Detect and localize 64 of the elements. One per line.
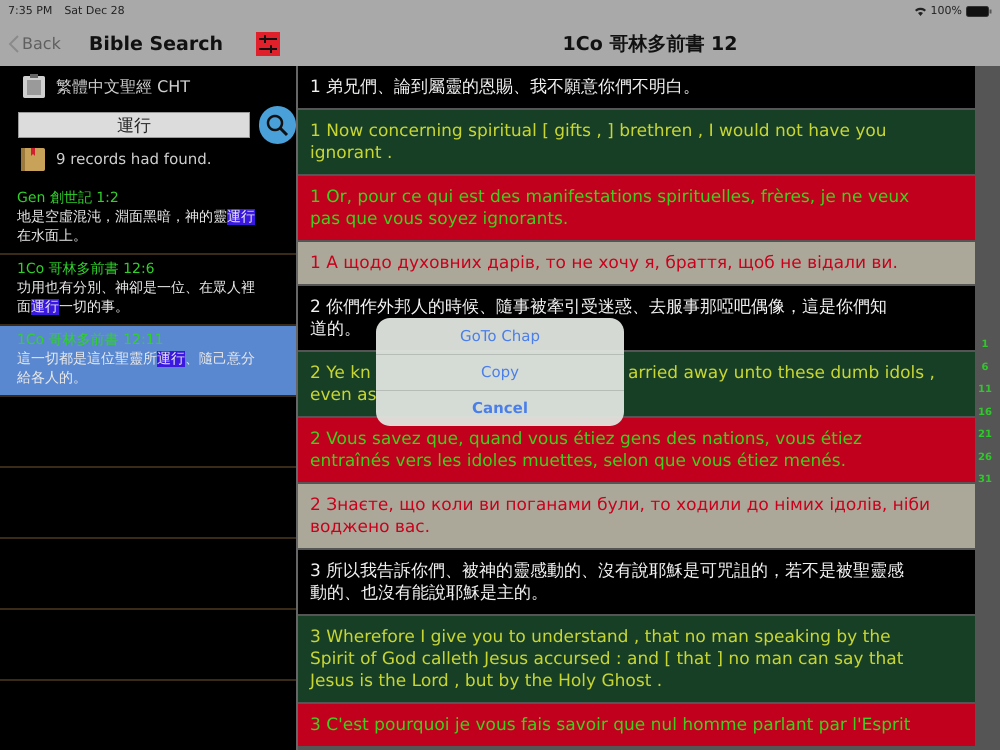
result-reference: 1Co 哥林多前書 12:11 bbox=[17, 331, 164, 350]
verse-text: Spirit of God calleth Jesus accursed : and [ that ] no man can say that bbox=[310, 648, 904, 670]
result-text: 這一切都是這位聖靈所運行、隨己意分給各人的。 bbox=[17, 350, 256, 388]
verse-row[interactable]: 3 所以我告訴你們、被神的靈感動的、沒有說耶穌是可咒詛的，若不是被聖靈感 動的、也沒有能說耶穌是主的。 bbox=[298, 550, 975, 614]
verse-text: entraînés vers les idoles muettes, selon que vous étiez menés. bbox=[310, 450, 846, 472]
verse-text: 2 你們作外邦人的時候、隨事被牽引受迷惑、去服事那啞吧偶像，這是你們知 bbox=[310, 296, 888, 318]
sidebar-title: Bible Search bbox=[88, 32, 224, 57]
verse-text: 3 Wherefore I give you to understand , that no man speaking by the bbox=[310, 626, 891, 648]
result-text: 地是空虛混沌，淵面黑暗，神的靈運行 在水面上。 bbox=[17, 208, 256, 246]
verse-row[interactable]: 2 Знаєте, що коли ви поганами були, то ходили до німих ідолів, ніби воджено вас. bbox=[298, 484, 975, 548]
index-number[interactable]: 6 bbox=[982, 356, 988, 379]
index-number[interactable]: 11 bbox=[978, 379, 992, 402]
verse-text: 動的、也沒有能說耶穌是主的。 bbox=[310, 582, 548, 604]
verse-text: 道的。 bbox=[310, 318, 361, 340]
verse-text: 1 А щодо духовних дарів, то не хочу я, браття, щоб не відали ви. bbox=[310, 252, 898, 274]
search-icon bbox=[265, 113, 290, 137]
index-number[interactable]: 1 bbox=[982, 334, 988, 356]
chapter-title: 1Co 哥林多前書 12 bbox=[562, 32, 738, 57]
verse-text: pas que vous soyez ignorants. bbox=[310, 208, 568, 230]
records-count: 9 records had found. bbox=[56, 148, 212, 170]
result-reference: Gen 創世記 1:2 bbox=[17, 189, 120, 208]
verse-row[interactable]: 1 Or, pour ce qui est des manifestations spirituelles, frères, je ne veux pas que vous soyez ignorants. bbox=[298, 176, 975, 240]
index-number[interactable]: 31 bbox=[978, 469, 992, 492]
battery-icon bbox=[966, 6, 992, 16]
verse-text: 1 弟兄們、論到屬靈的恩賜、我不願意你們不明白。 bbox=[310, 76, 700, 98]
index-number[interactable]: 16 bbox=[978, 402, 992, 424]
chevron-left-icon bbox=[8, 34, 20, 54]
wifi-icon bbox=[914, 6, 927, 16]
status-time: 7:35 PM bbox=[8, 2, 52, 19]
bible-version[interactable]: 繁體中文聖經 CHT bbox=[56, 74, 190, 98]
verse-row[interactable]: 3 C'est pourquoi je vous fais savoir que nul homme parlant par l'Esprit bbox=[298, 704, 975, 746]
verse-text: 2 Vous savez que, quand vous étiez gens des nations, vous étiez bbox=[310, 428, 862, 450]
clipboard-icon bbox=[22, 74, 46, 99]
back-button[interactable]: Back bbox=[8, 32, 61, 56]
status-date: Sat Dec 28 bbox=[64, 2, 125, 19]
verse-text: 2 Ye kn bbox=[310, 362, 372, 384]
chapter-index[interactable]: 1 6 11 16 21 26 31 bbox=[972, 334, 998, 492]
verse-text: even as bbox=[310, 384, 376, 406]
verse-text: 2 Знаєте, що коли ви поганами були, то ходили до німих ідолів, ніби bbox=[310, 494, 930, 516]
verse-text: arried away unto these dumb idols , bbox=[628, 362, 935, 384]
verse-row[interactable]: 1 弟兄們、論到屬靈的恩賜、我不願意你們不明白。 bbox=[298, 66, 975, 108]
verse-text: 1 Or, pour ce qui est des manifestations spirituelles, frères, je ne veux bbox=[310, 186, 910, 208]
battery-percent: 100% bbox=[930, 2, 962, 19]
index-number[interactable]: 21 bbox=[978, 424, 992, 446]
book-icon bbox=[20, 146, 46, 172]
verse-text: 1 Now concerning spiritual [ gifts , ] brethren , I would not have you bbox=[310, 120, 887, 142]
verse-row[interactable]: 2 Vous savez que, quand vous étiez gens des nations, vous étiez entraînés vers les idoles muettes, selon que vous étiez menés. bbox=[298, 418, 975, 482]
action-button[interactable]: Cancel bbox=[376, 390, 624, 426]
verse-row[interactable]: 1 А щодо духовних дарів, то не хочу я, браття, щоб не відали ви. bbox=[298, 242, 975, 284]
sliders-icon[interactable] bbox=[256, 32, 280, 56]
index-number[interactable]: 26 bbox=[978, 446, 992, 469]
search-button[interactable] bbox=[258, 106, 296, 144]
verse-text: 3 C'est pourquoi je vous fais savoir que nul homme parlant par l'Esprit bbox=[310, 714, 910, 736]
verse-text: 3 所以我告訴你們、被神的靈感動的、沒有說耶穌是可咒詛的，若不是被聖靈感 bbox=[310, 560, 904, 582]
verse-row[interactable]: 1 Now concerning spiritual [ gifts , ] brethren , I would not have you ignorant . bbox=[298, 110, 975, 174]
verse-text: Jesus is the Lord , but by the Holy Ghost . bbox=[310, 670, 662, 692]
action-button[interactable]: Copy bbox=[376, 354, 624, 390]
verse-text: ignorant . bbox=[310, 142, 392, 164]
search-field[interactable]: 運行 bbox=[18, 112, 250, 138]
result-reference: 1Co 哥林多前書 12:6 bbox=[17, 260, 156, 279]
result-text: 功用也有分別、神卻是一位、在眾人裡面運行一切的事。 bbox=[17, 279, 256, 317]
verse-text: воджено вас. bbox=[310, 516, 430, 538]
verse-row[interactable]: 3 Wherefore I give you to understand , that no man speaking by the Spirit of God calleth Jesus accursed : and [ that ] no man can say that Jesus is the Lord , but by the Holy Ghost . bbox=[298, 616, 975, 702]
result-item[interactable]: 1Co 哥林多前書 12:11 這一切都是這位聖靈所運行、隨己意分給各人的。 bbox=[0, 326, 296, 397]
